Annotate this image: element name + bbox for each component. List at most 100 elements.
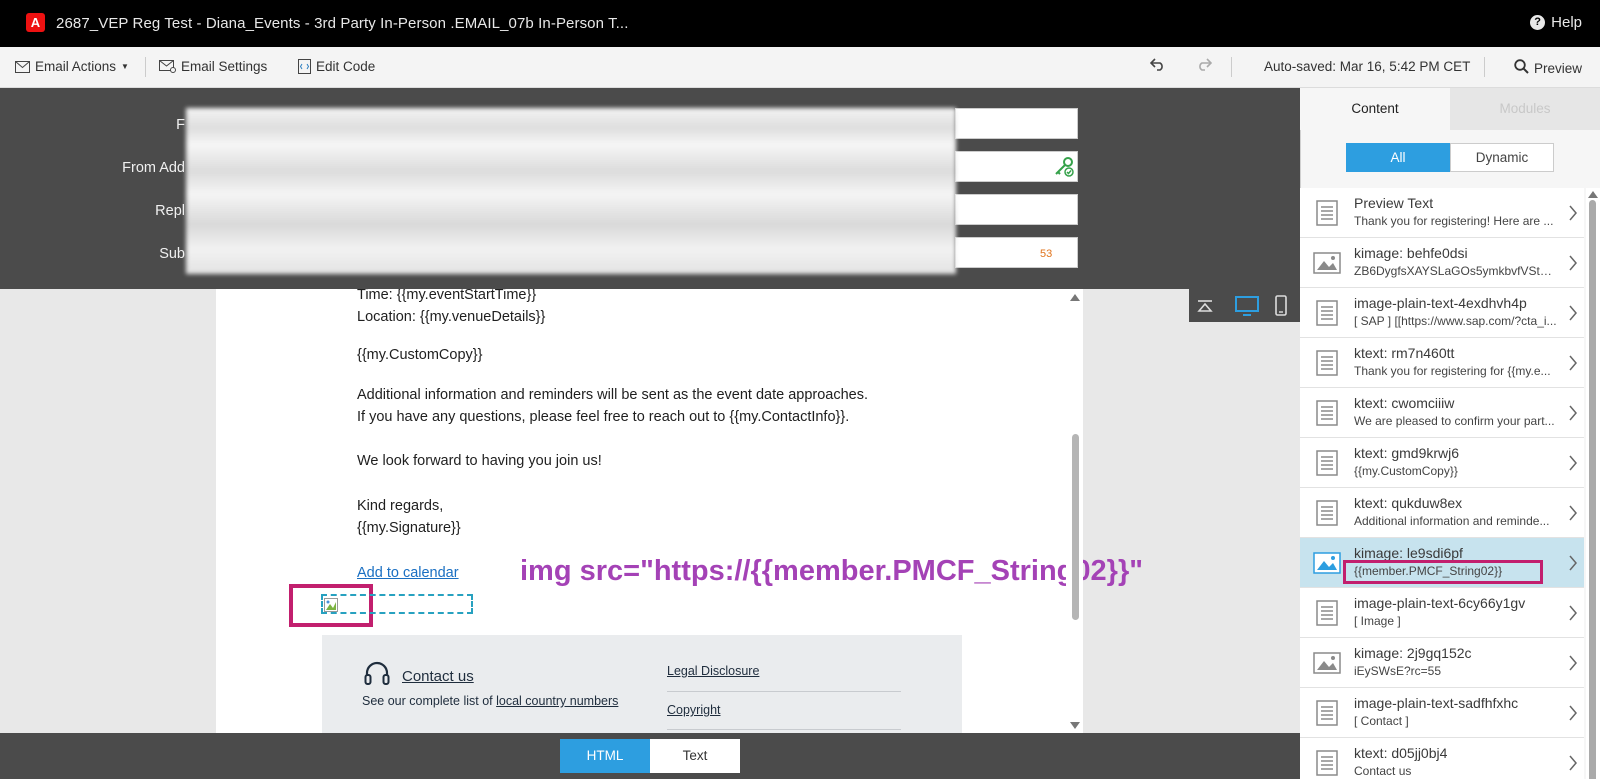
- list-item[interactable]: ktext: qukduw8ex Additional information a…: [1300, 488, 1584, 538]
- redo-button[interactable]: [1196, 57, 1213, 74]
- preview-button[interactable]: Preview: [1514, 59, 1582, 77]
- subject-field[interactable]: [955, 237, 1078, 268]
- look-forward-line[interactable]: We look forward to having you join us!: [357, 453, 602, 469]
- list-item[interactable]: ktext: rm7n460tt Thank you for registerin…: [1300, 338, 1584, 388]
- text-icon: [1312, 198, 1342, 228]
- desktop-view-icon[interactable]: [1234, 294, 1259, 318]
- from-field[interactable]: [955, 108, 1078, 139]
- chevron-right-icon[interactable]: [1568, 604, 1578, 622]
- info-line-1[interactable]: Additional information and reminders wil…: [357, 387, 868, 403]
- email-settings-button[interactable]: Email Settings: [159, 59, 267, 74]
- text-icon: [1312, 598, 1342, 628]
- image-icon: [1312, 648, 1342, 678]
- title-bar: A 2687_VEP Reg Test - Diana_Events - 3rd…: [0, 0, 1600, 47]
- reply-to-field[interactable]: [955, 194, 1078, 225]
- chevron-right-icon[interactable]: [1568, 354, 1578, 372]
- from-label: F: [176, 117, 185, 133]
- chevron-right-icon[interactable]: [1568, 704, 1578, 722]
- broken-image-icon[interactable]: [324, 598, 338, 612]
- chevron-right-icon[interactable]: [1568, 454, 1578, 472]
- chevron-right-icon[interactable]: [1568, 404, 1578, 422]
- html-mode-button[interactable]: HTML: [560, 739, 650, 773]
- list-item-subtitle: We are pleased to confirm your part...: [1354, 414, 1555, 428]
- list-item[interactable]: Preview Text Thank you for registering! H…: [1300, 188, 1584, 238]
- toolbar-divider: [145, 57, 146, 77]
- list-item[interactable]: image-plain-text-4exdhvh4p [ SAP ] [[http…: [1300, 288, 1584, 338]
- autosave-status: Auto-saved: Mar 16, 5:42 PM CET: [1264, 59, 1471, 74]
- list-item-subtitle: [ Image ]: [1354, 614, 1401, 628]
- subject-char-count: 53: [1040, 248, 1053, 260]
- list-item-title: ktext: qukduw8ex: [1354, 495, 1463, 511]
- chevron-right-icon[interactable]: [1568, 304, 1578, 322]
- toolbar-divider: [1484, 57, 1485, 77]
- mobile-view-icon[interactable]: [1269, 294, 1293, 318]
- local-numbers-link[interactable]: local country numbers: [496, 694, 618, 708]
- chevron-right-icon[interactable]: [1568, 654, 1578, 672]
- filter-all-button[interactable]: All: [1346, 143, 1450, 172]
- content-list: Preview Text Thank you for registering! H…: [1300, 188, 1584, 779]
- legal-disclosure-link[interactable]: Legal Disclosure: [667, 664, 759, 678]
- toolbar-divider: [1231, 57, 1232, 77]
- list-item-title: kimage: 2j9gq152c: [1354, 645, 1472, 661]
- subject-label: Sub: [159, 246, 185, 262]
- list-item[interactable]: image-plain-text-sadfhfxhc [ Contact ]: [1300, 688, 1584, 738]
- headset-icon: [363, 660, 391, 691]
- key-verified-icon[interactable]: [1052, 156, 1076, 183]
- list-item-title: image-plain-text-6cy66y1gv: [1354, 595, 1526, 611]
- adobe-logo-icon: A: [26, 13, 45, 32]
- chevron-right-icon[interactable]: [1568, 204, 1578, 222]
- list-item-subtitle: [ SAP ] [[https://www.sap.com/?cta_i...: [1354, 314, 1557, 328]
- scroll-down-arrow-icon[interactable]: [1070, 722, 1080, 729]
- chevron-right-icon[interactable]: [1568, 504, 1578, 522]
- filter-dynamic-button[interactable]: Dynamic: [1450, 143, 1554, 172]
- edit-code-button[interactable]: Edit Code: [298, 59, 375, 74]
- location-line[interactable]: Location: {{my.venueDetails}}: [357, 309, 545, 325]
- image-icon: [1312, 248, 1342, 278]
- collapse-header-icon[interactable]: [1193, 294, 1217, 318]
- tab-content[interactable]: Content: [1300, 88, 1450, 130]
- kind-regards-line[interactable]: Kind regards,: [357, 498, 443, 514]
- text-icon: [1312, 348, 1342, 378]
- add-to-calendar-link[interactable]: Add to calendar: [357, 565, 459, 581]
- list-item-title: kimage: le9sdi6pf: [1354, 545, 1463, 561]
- redo-icon: [1196, 57, 1213, 74]
- list-item[interactable]: ktext: d05jj0bj4 Contact us: [1300, 738, 1584, 779]
- chevron-right-icon[interactable]: [1568, 754, 1578, 772]
- list-item-subtitle: Additional information and reminde...: [1354, 514, 1550, 528]
- panel-scroll-up-icon[interactable]: [1588, 191, 1598, 198]
- list-item[interactable]: kimage: behfe0dsi ZB6DygfsXAYSLaGOs5ymkbv…: [1300, 238, 1584, 288]
- list-item[interactable]: kimage: 2j9gq152c iEySWsE?rc=55: [1300, 638, 1584, 688]
- search-icon: [1514, 59, 1529, 77]
- help-button[interactable]: ? Help: [1530, 14, 1582, 31]
- list-item-subtitle: Thank you for registering! Here are ...: [1354, 214, 1554, 228]
- time-line[interactable]: Time: {{my.eventStartTime}}: [357, 289, 536, 303]
- help-label: Help: [1551, 14, 1582, 31]
- list-item[interactable]: image-plain-text-6cy66y1gv [ Image ]: [1300, 588, 1584, 638]
- envelope-settings-icon: [159, 60, 176, 73]
- email-actions-menu[interactable]: Email Actions ▼: [15, 59, 129, 74]
- custom-copy-line[interactable]: {{my.CustomCopy}}: [357, 347, 482, 363]
- text-icon: [1312, 698, 1342, 728]
- redacted-header-values: [186, 108, 956, 274]
- list-item-subtitle: Contact us: [1354, 764, 1412, 778]
- scroll-up-arrow-icon[interactable]: [1070, 294, 1080, 301]
- list-item-title: image-plain-text-sadfhfxhc: [1354, 695, 1519, 711]
- info-line-2[interactable]: If you have any questions, please feel f…: [357, 409, 849, 425]
- code-file-icon: [298, 59, 311, 74]
- text-mode-button[interactable]: Text: [650, 739, 740, 773]
- chevron-right-icon[interactable]: [1568, 254, 1578, 272]
- panel-scrollbar-thumb[interactable]: [1589, 200, 1596, 779]
- undo-button[interactable]: [1149, 57, 1166, 74]
- list-item-subtitle: Thank you for registering for {{my.e...: [1354, 364, 1551, 378]
- contact-us-link[interactable]: Contact us: [402, 668, 474, 685]
- list-item-title: ktext: rm7n460tt: [1354, 345, 1455, 361]
- copyright-link[interactable]: Copyright: [667, 703, 721, 717]
- image-placeholder-selection[interactable]: [321, 594, 473, 614]
- list-item[interactable]: ktext: cwomciiiw We are pleased to confir…: [1300, 388, 1584, 438]
- signature-line[interactable]: {{my.Signature}}: [357, 520, 461, 536]
- list-item[interactable]: ktext: gmd9krwj6 {{my.CustomCopy}}: [1300, 438, 1584, 488]
- window-title: 2687_VEP Reg Test - Diana_Events - 3rd P…: [56, 15, 629, 32]
- canvas-scrollbar-thumb[interactable]: [1072, 434, 1079, 620]
- chevron-right-icon[interactable]: [1568, 554, 1578, 572]
- tab-modules[interactable]: Modules: [1450, 88, 1600, 130]
